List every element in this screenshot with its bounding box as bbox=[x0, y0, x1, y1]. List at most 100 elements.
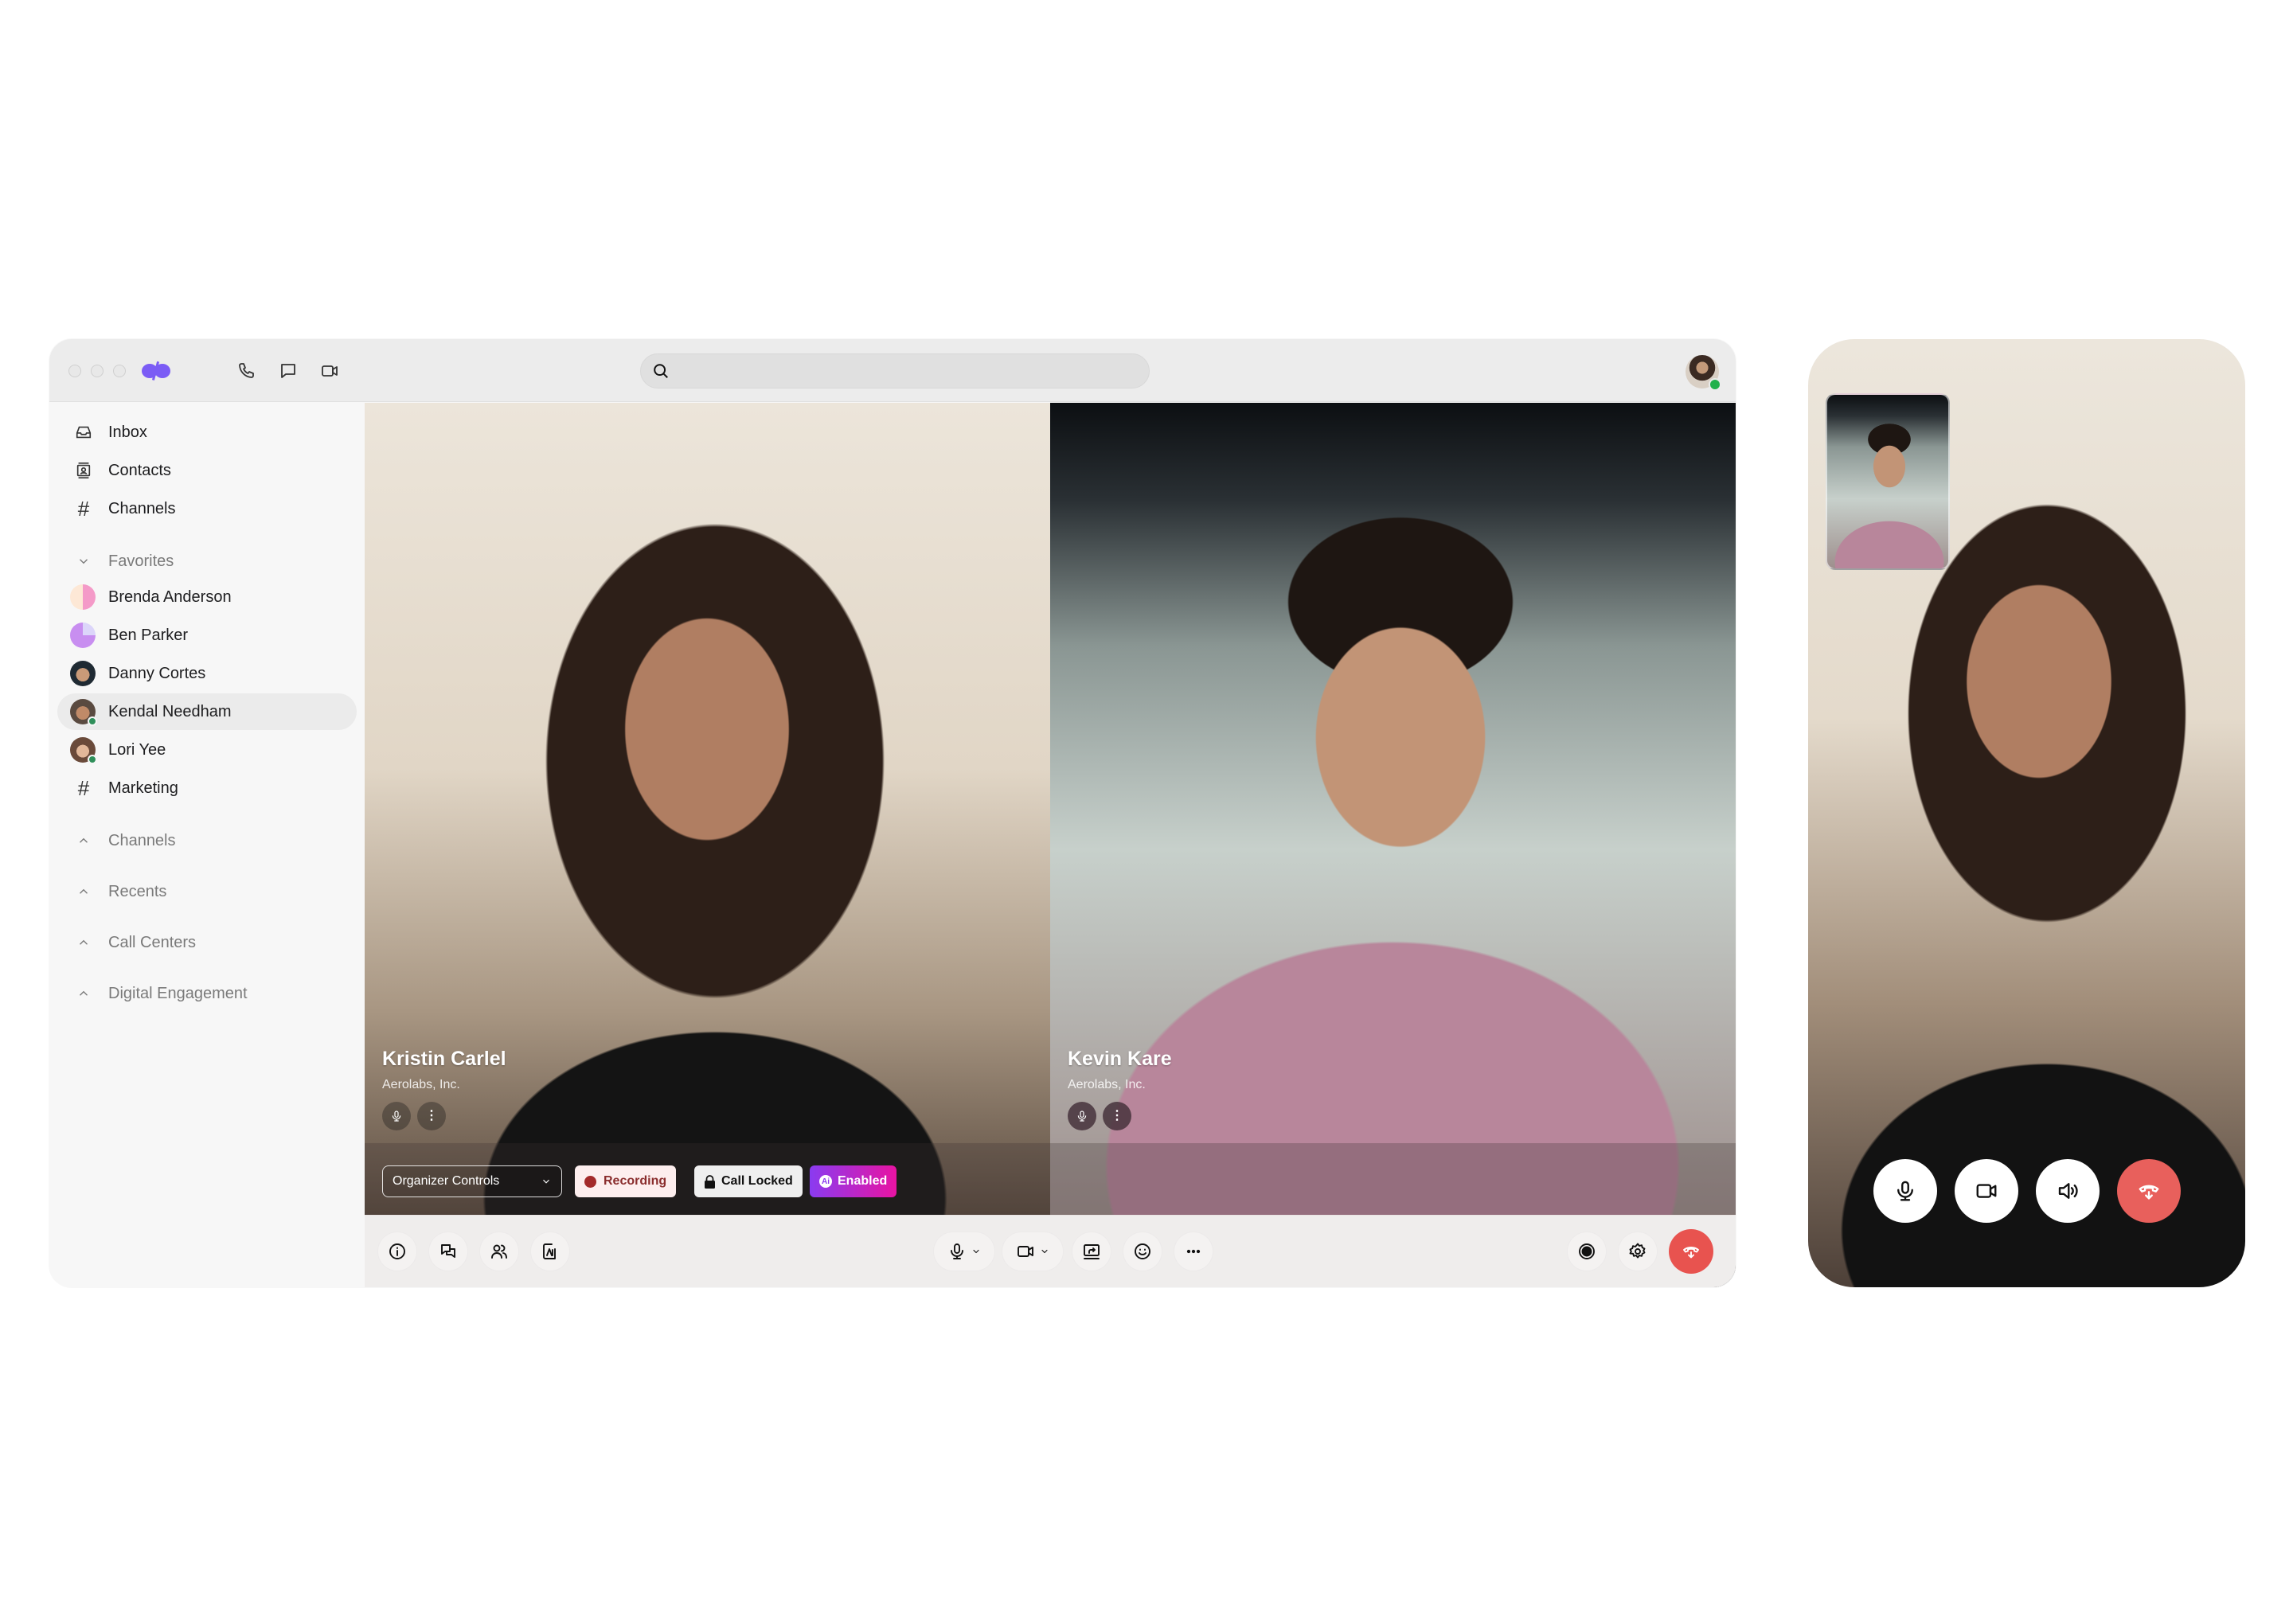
chat-panel-button[interactable] bbox=[428, 1232, 468, 1271]
phone-icon bbox=[239, 363, 254, 378]
microphone-icon bbox=[1897, 1181, 1913, 1201]
sidebar-section-digital-engagement[interactable]: Digital Engagement bbox=[57, 975, 357, 1012]
participants-button[interactable] bbox=[479, 1232, 519, 1271]
settings-button[interactable] bbox=[1618, 1232, 1658, 1271]
sidebar-item-ben-parker[interactable]: Ben Parker bbox=[57, 617, 357, 654]
ai-enabled-badge[interactable]: Ai Enabled bbox=[810, 1165, 897, 1197]
info-button[interactable] bbox=[377, 1232, 417, 1271]
participant-org: Aerolabs, Inc. bbox=[1068, 1078, 1146, 1091]
ai-enabled-label: Enabled bbox=[838, 1174, 888, 1188]
sidebar-item-label: Ben Parker bbox=[108, 626, 189, 644]
search-bar[interactable] bbox=[640, 353, 1150, 388]
call-locked-badge[interactable]: Call Locked bbox=[694, 1165, 803, 1197]
microphone-icon bbox=[1077, 1111, 1087, 1122]
section-label: Channels bbox=[108, 831, 176, 849]
share-screen-button[interactable] bbox=[1072, 1232, 1111, 1271]
sidebar-section-channels[interactable]: Channels bbox=[57, 822, 357, 859]
sidebar-item-label: Inbox bbox=[108, 423, 147, 441]
contacts-icon bbox=[76, 463, 91, 478]
end-call-button[interactable] bbox=[1669, 1229, 1713, 1274]
sidebar-item-inbox[interactable]: Inbox bbox=[57, 414, 357, 451]
video-nav-button[interactable] bbox=[317, 358, 342, 384]
participant-more-button[interactable]: ⋮ bbox=[417, 1102, 446, 1130]
sidebar-item-kendal-needham[interactable]: Kendal Needham bbox=[57, 693, 357, 730]
participants-icon bbox=[491, 1244, 507, 1259]
window-minimize-button[interactable] bbox=[91, 365, 104, 377]
chevron-down-icon bbox=[1041, 1249, 1048, 1254]
speaker-icon bbox=[2058, 1183, 2078, 1199]
organizer-controls-dropdown[interactable]: Organizer Controls bbox=[382, 1165, 562, 1197]
section-label: Digital Engagement bbox=[108, 984, 248, 1002]
phone-nav-button[interactable] bbox=[234, 358, 260, 384]
participant-tile-kevin-kare: Kevin Kare Aerolabs, Inc. ⋮ bbox=[1050, 403, 1736, 1215]
window-close-button[interactable] bbox=[68, 365, 81, 377]
sidebar-item-label: Brenda Anderson bbox=[108, 588, 232, 606]
search-icon bbox=[654, 364, 668, 378]
sidebar-item-lori-yee[interactable]: Lori Yee bbox=[57, 732, 357, 768]
more-options-button[interactable] bbox=[1174, 1232, 1213, 1271]
microphone-icon bbox=[951, 1243, 963, 1259]
online-status-indicator bbox=[88, 716, 97, 726]
sidebar-section-recents[interactable]: Recents bbox=[57, 873, 357, 910]
ai-notes-button[interactable] bbox=[530, 1232, 570, 1271]
section-label: Recents bbox=[108, 882, 167, 900]
end-call-icon bbox=[1683, 1247, 1699, 1259]
mobile-end-call-button[interactable] bbox=[2117, 1159, 2181, 1223]
chevron-up-icon bbox=[80, 939, 88, 945]
sidebar-item-marketing[interactable]: # Marketing bbox=[57, 770, 357, 806]
participant-mic-button[interactable] bbox=[382, 1102, 411, 1130]
record-button[interactable] bbox=[1567, 1232, 1607, 1271]
camera-icon bbox=[1976, 1184, 1997, 1198]
gear-icon bbox=[1629, 1243, 1646, 1259]
participant-name: Kristin Carlel bbox=[382, 1048, 506, 1070]
sidebar-section-favorites[interactable]: Favorites bbox=[57, 543, 357, 580]
chevron-up-icon bbox=[80, 888, 88, 894]
participant-mic-button[interactable] bbox=[1068, 1102, 1096, 1130]
chevron-down-icon bbox=[80, 559, 88, 564]
window-maximize-button[interactable] bbox=[113, 365, 126, 377]
online-status-indicator bbox=[88, 755, 97, 764]
sidebar-item-brenda-anderson[interactable]: Brenda Anderson bbox=[57, 579, 357, 615]
inbox-icon bbox=[76, 426, 92, 439]
chat-nav-button[interactable] bbox=[275, 358, 301, 384]
reactions-button[interactable] bbox=[1123, 1232, 1162, 1271]
brand-logo-icon bbox=[142, 361, 170, 381]
avatar bbox=[70, 623, 96, 648]
mobile-speaker-button[interactable] bbox=[2036, 1159, 2100, 1223]
hash-icon: # bbox=[77, 776, 90, 800]
sidebar-item-label: Kendal Needham bbox=[108, 702, 232, 720]
sidebar-item-label: Danny Cortes bbox=[108, 664, 206, 682]
call-locked-label: Call Locked bbox=[721, 1174, 793, 1188]
recording-badge[interactable]: Recording bbox=[575, 1165, 677, 1197]
sidebar-item-danny-cortes[interactable]: Danny Cortes bbox=[57, 655, 357, 692]
sidebar-section-call-centers[interactable]: Call Centers bbox=[57, 924, 357, 961]
chat-icon bbox=[281, 364, 295, 378]
tile-controls-band bbox=[1050, 1143, 1736, 1215]
section-label: Call Centers bbox=[108, 933, 197, 951]
sidebar-item-contacts[interactable]: Contacts bbox=[57, 452, 357, 489]
section-label: Favorites bbox=[108, 552, 174, 570]
sidebar-item-channels[interactable]: # Channels bbox=[57, 490, 357, 527]
video-icon bbox=[322, 365, 338, 377]
participant-tile-kristin-carlel: Kristin Carlel Aerolabs, Inc. ⋮ Organize… bbox=[365, 403, 1050, 1215]
user-avatar[interactable] bbox=[1686, 355, 1721, 391]
microphone-icon bbox=[392, 1111, 401, 1122]
participant-more-button[interactable]: ⋮ bbox=[1103, 1102, 1131, 1130]
mobile-call-view bbox=[1808, 339, 2245, 1287]
mobile-microphone-button[interactable] bbox=[1873, 1159, 1937, 1223]
avatar bbox=[70, 737, 97, 764]
share-screen-icon bbox=[1084, 1244, 1100, 1259]
microphone-button[interactable] bbox=[933, 1232, 995, 1271]
online-status-indicator bbox=[1709, 378, 1721, 391]
camera-button[interactable] bbox=[1002, 1232, 1064, 1271]
search-input[interactable] bbox=[678, 354, 1149, 388]
record-icon bbox=[1579, 1243, 1595, 1259]
ai-notes-icon bbox=[543, 1243, 556, 1259]
mobile-camera-button[interactable] bbox=[1955, 1159, 2018, 1223]
chevron-down-icon bbox=[973, 1249, 979, 1254]
camera-icon bbox=[1018, 1246, 1033, 1257]
picture-in-picture-tile[interactable] bbox=[1826, 393, 1950, 570]
title-bar bbox=[49, 339, 1736, 402]
hash-icon: # bbox=[77, 497, 90, 521]
chevron-up-icon bbox=[80, 837, 88, 843]
